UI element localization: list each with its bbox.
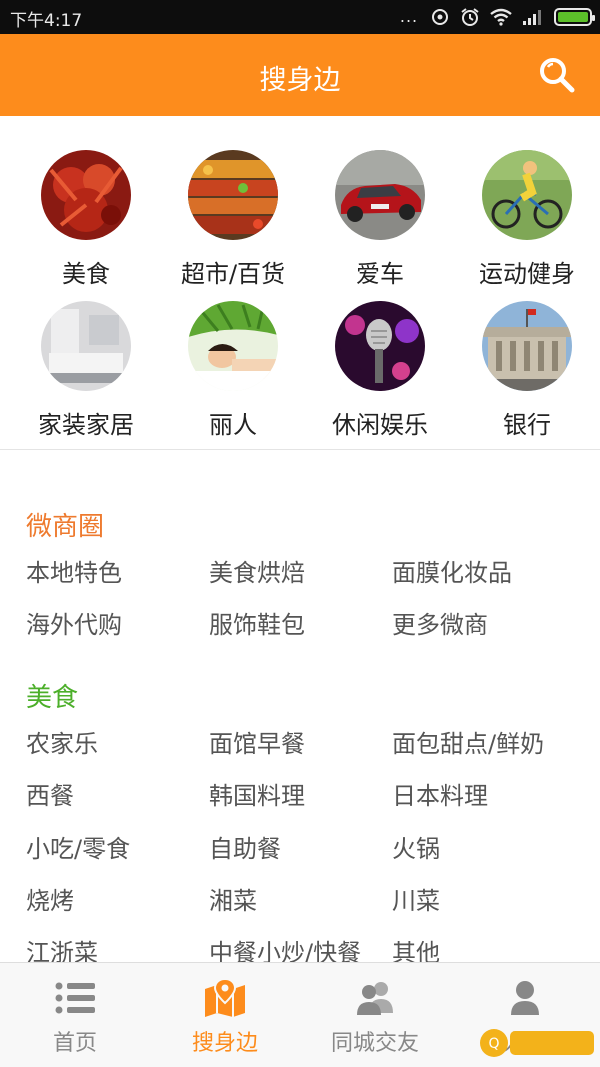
list-item[interactable]: 自助餐 <box>209 829 281 864</box>
alarm-icon <box>461 8 479 26</box>
category-home[interactable]: 家装家居 <box>12 301 160 440</box>
status-icons: ... <box>398 7 595 27</box>
bank-building-image <box>482 301 572 391</box>
list-item[interactable]: 更多微商 <box>392 605 488 640</box>
wifi-icon <box>490 8 512 26</box>
svg-text:Q: Q <box>488 1036 499 1052</box>
list-item[interactable]: 农家乐 <box>26 724 98 759</box>
watermark-logo: Q <box>480 1029 594 1057</box>
list-item[interactable]: 本地特色 <box>26 553 122 588</box>
list-item[interactable]: 火锅 <box>392 829 440 864</box>
cyclist-image <box>482 150 572 240</box>
category-bank[interactable]: 银行 <box>453 301 600 440</box>
map-pin-icon <box>205 979 245 1017</box>
red-car-image <box>335 150 425 240</box>
spa-image <box>188 301 278 391</box>
category-supermarket[interactable]: 超市/百货 <box>159 150 307 289</box>
tab-nearby[interactable]: 搜身边 <box>150 963 300 1067</box>
category-label: 运动健身 <box>479 260 575 288</box>
category-grid: 美食 超市/百货 爱车 运动健身 家装家居 丽人 休闲娱乐 银行 <box>0 116 600 450</box>
app-header: 搜身边 <box>0 34 600 116</box>
microphone-image <box>335 301 425 391</box>
category-label: 超市/百货 <box>180 260 286 288</box>
category-fitness[interactable]: 运动健身 <box>453 150 600 289</box>
category-food[interactable]: 美食 <box>12 150 160 289</box>
weishang-section-title: 微商圈 <box>26 512 105 542</box>
list-item[interactable]: 小吃/零食 <box>26 829 130 864</box>
category-entertainment[interactable]: 休闲娱乐 <box>306 301 454 440</box>
list-item[interactable]: 面馆早餐 <box>209 724 305 759</box>
category-label: 美食 <box>62 260 110 288</box>
person-icon <box>511 981 539 1015</box>
list-item[interactable]: 韩国料理 <box>209 776 305 811</box>
tab-label: 首页 <box>52 1031 97 1056</box>
list-item[interactable]: 海外代购 <box>26 605 122 640</box>
list-item[interactable]: 面膜化妆品 <box>392 553 512 588</box>
category-beauty[interactable]: 丽人 <box>159 301 307 440</box>
people-icon <box>357 982 393 1015</box>
list-item[interactable]: 川菜 <box>392 881 440 916</box>
sync-icon <box>432 9 448 25</box>
list-item[interactable]: 服饰鞋包 <box>209 605 305 640</box>
list-item[interactable]: 面包甜点/鲜奶 <box>392 724 544 759</box>
tab-friends[interactable]: 同城交友 <box>300 963 450 1067</box>
status-bar: 下午4:17 ... <box>0 0 600 34</box>
tab-home[interactable]: 首页 <box>0 963 150 1067</box>
search-icon[interactable] <box>538 56 576 94</box>
page-title: 搜身边 <box>259 65 341 96</box>
battery-icon <box>554 8 595 26</box>
tab-label: 搜身边 <box>191 1031 258 1056</box>
signal-icon <box>523 10 541 25</box>
more-dots-icon: ... <box>399 7 419 26</box>
category-label: 爱车 <box>356 260 404 288</box>
food-section-title: 美食 <box>26 683 79 713</box>
list-item[interactable]: 湘菜 <box>209 881 257 916</box>
list-item[interactable]: 美食烘焙 <box>209 553 305 588</box>
category-label: 休闲娱乐 <box>332 411 428 439</box>
list-icon <box>55 982 95 1014</box>
category-car[interactable]: 爱车 <box>306 150 454 289</box>
list-item[interactable]: 日本料理 <box>392 776 488 811</box>
tab-label: 同城交友 <box>330 1031 419 1056</box>
status-time: 下午4:17 <box>10 11 83 31</box>
category-label: 家装家居 <box>38 411 134 439</box>
crayfish-image <box>41 150 131 240</box>
produce-image <box>188 150 278 240</box>
category-label: 银行 <box>503 411 551 439</box>
category-label: 丽人 <box>209 411 257 439</box>
bedroom-image <box>41 301 131 391</box>
list-item[interactable]: 烧烤 <box>26 881 74 916</box>
list-item[interactable]: 西餐 <box>26 776 74 811</box>
